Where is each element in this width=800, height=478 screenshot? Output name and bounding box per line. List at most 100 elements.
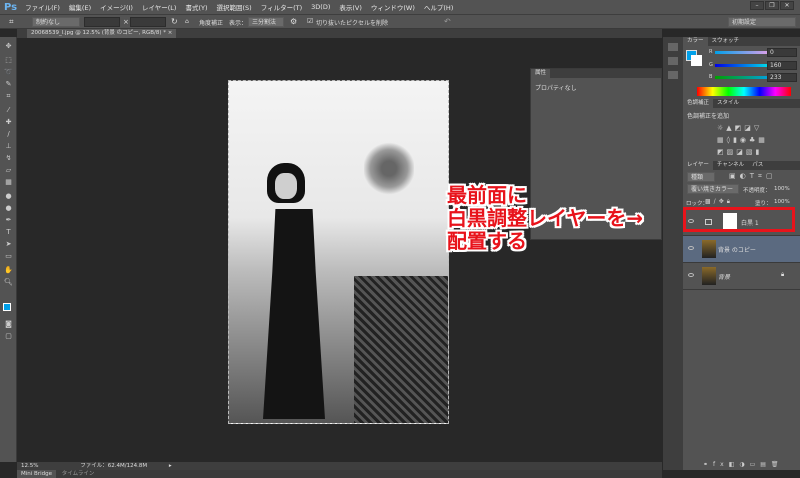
fill-label: 塗り：: [755, 201, 772, 207]
times-label: ×: [123, 18, 129, 26]
layer-row[interactable]: 背景 🔒︎: [683, 263, 800, 290]
minimize-button[interactable]: –: [750, 1, 764, 10]
visibility-eye-icon[interactable]: [688, 246, 694, 250]
eyedropper-tool-icon[interactable]: ⁄: [4, 107, 13, 114]
healing-tool-icon[interactable]: ✚: [4, 119, 13, 126]
eraser-tool-icon[interactable]: ▱: [4, 167, 13, 174]
delete-cropped-checkbox[interactable]: ☑: [307, 17, 313, 25]
menu-window[interactable]: ウィンドウ(W): [371, 2, 415, 12]
menu-edit[interactable]: 編集(E): [69, 2, 91, 12]
blend-mode-dropdown[interactable]: 覆い焼きカラー: [687, 184, 739, 194]
adjustment-icons-grid[interactable]: ☼▲◩◪▽ ▦◊▮◉♣▦ ◩▨◪▧▮: [717, 122, 768, 158]
r-value-input[interactable]: 0: [767, 48, 797, 57]
lock-icon: 🔒︎: [781, 271, 785, 278]
tab-channels[interactable]: チャンネル: [713, 162, 748, 168]
photo-subject-dress: [263, 209, 325, 419]
color-spectrum[interactable]: [697, 87, 791, 96]
height-input[interactable]: [130, 17, 166, 27]
dodge-tool-icon[interactable]: ●: [4, 205, 13, 212]
quick-select-tool-icon[interactable]: ✎: [4, 81, 13, 88]
history-brush-icon[interactable]: ↯: [4, 155, 13, 162]
tab-color[interactable]: カラー: [683, 37, 708, 46]
shape-tool-icon[interactable]: ▭: [4, 253, 13, 260]
layer-footer-icons[interactable]: ⚭fx◧◑▭▤🗑︎: [703, 461, 784, 468]
document-tab[interactable]: 20068539_l.jpg @ 12.5% (背景 のコピー, RGB/8) …: [27, 29, 177, 38]
properties-content: プロパティなし: [535, 85, 577, 92]
quick-mask-icon[interactable]: ◙: [4, 321, 13, 328]
foreground-color-swatch[interactable]: [3, 303, 11, 311]
pen-tool-icon[interactable]: ✒: [4, 217, 13, 224]
screen-mode-icon[interactable]: ▢: [4, 333, 13, 340]
lasso-tool-icon[interactable]: ➰: [4, 69, 13, 76]
info-icon[interactable]: [668, 71, 678, 79]
b-label: B: [709, 74, 713, 80]
blur-tool-icon[interactable]: ●: [4, 193, 13, 200]
r-label: R: [709, 49, 713, 55]
type-tool-icon[interactable]: T: [4, 229, 13, 236]
path-select-icon[interactable]: ➤: [4, 241, 13, 248]
layer-filter-icons[interactable]: ▣◐T⌗▢: [729, 172, 777, 181]
crop-tool-icon[interactable]: ⌗: [4, 93, 13, 100]
layer-name: 背景: [718, 274, 731, 281]
lock-icons[interactable]: ▩/✥🔒︎: [705, 198, 733, 206]
menu-view[interactable]: 表示(V): [339, 2, 362, 12]
close-button[interactable]: ✕: [780, 1, 794, 10]
marquee-tool-icon[interactable]: ⬚: [4, 57, 13, 64]
gear-icon[interactable]: ⚙: [290, 17, 297, 26]
layer-name: 背景 のコピー: [718, 247, 756, 254]
straighten-icon[interactable]: ⌂: [185, 18, 189, 25]
photo-subject-face: [275, 173, 297, 199]
menu-image[interactable]: イメージ(I): [100, 2, 133, 12]
move-tool-icon[interactable]: ✥: [4, 43, 13, 50]
fill-input[interactable]: 100%: [774, 199, 790, 205]
width-input[interactable]: [84, 17, 120, 27]
tab-properties[interactable]: 属性: [531, 69, 551, 78]
straighten-button[interactable]: 角度補正: [199, 18, 223, 27]
status-menu-arrow-icon[interactable]: ▸: [149, 463, 172, 469]
close-tab-icon[interactable]: ×: [168, 30, 173, 36]
swap-icon[interactable]: ↻: [171, 17, 178, 26]
history-icon[interactable]: [668, 43, 678, 51]
brush-tool-icon[interactable]: /: [4, 131, 13, 138]
actions-icon[interactable]: [668, 57, 678, 65]
menu-3d[interactable]: 3D(D): [311, 3, 330, 11]
view-dropdown[interactable]: 三分割法: [248, 17, 284, 27]
right-panel-dock: カラー スウォッチ R 0 G 160 B 233 色調補正 スタイル 色調補正を追…: [683, 37, 800, 470]
menu-file[interactable]: ファイル(F): [25, 2, 60, 12]
g-label: G: [709, 62, 713, 68]
menu-filter[interactable]: フィルター(T): [261, 2, 302, 12]
tab-layers[interactable]: レイヤー: [683, 161, 713, 170]
file-size: ファイル：62.4M/124.8M: [80, 463, 148, 469]
opacity-input[interactable]: 100%: [774, 186, 790, 192]
tab-paths[interactable]: パス: [748, 162, 767, 168]
g-value-input[interactable]: 160: [767, 61, 797, 70]
adjustments-tab-bar: 色調補正 スタイル: [683, 99, 800, 108]
tab-styles[interactable]: スタイル: [713, 100, 743, 106]
layer-thumbnail: [702, 267, 716, 285]
background-color-swatch[interactable]: [691, 55, 702, 66]
layer-filter-dropdown[interactable]: 種類: [687, 172, 715, 182]
tab-timeline[interactable]: タイムライン: [58, 471, 99, 477]
reset-icon[interactable]: ↶: [444, 17, 451, 26]
menu-select[interactable]: 選択範囲(S): [217, 2, 252, 12]
crop-tool-icon[interactable]: ⌗: [9, 17, 14, 27]
menu-type[interactable]: 書式(Y): [185, 2, 207, 12]
workspace-dropdown[interactable]: 初期設定: [728, 17, 796, 27]
visibility-eye-icon[interactable]: [688, 273, 694, 277]
document-canvas-image[interactable]: [228, 80, 449, 424]
tab-mini-bridge[interactable]: Mini Bridge: [17, 470, 56, 478]
gradient-tool-icon[interactable]: ▦: [4, 179, 13, 186]
stamp-tool-icon[interactable]: ⊥: [4, 143, 13, 150]
b-value-input[interactable]: 233: [767, 73, 797, 82]
tab-adjustments[interactable]: 色調補正: [683, 99, 714, 108]
zoom-level[interactable]: 12.5%: [17, 463, 38, 469]
menu-help[interactable]: ヘルプ(H): [424, 2, 453, 12]
hand-tool-icon[interactable]: ✋: [4, 267, 13, 274]
tab-swatches[interactable]: スウォッチ: [708, 38, 744, 44]
zoom-tool-icon[interactable]: 🔍︎: [4, 279, 13, 286]
layer-row-selected[interactable]: 背景 のコピー: [683, 236, 800, 263]
ratio-dropdown[interactable]: 制約なし: [32, 17, 80, 27]
restore-button[interactable]: ❐: [765, 1, 779, 10]
menu-layer[interactable]: レイヤー(L): [142, 2, 177, 12]
color-tab-bar: カラー スウォッチ: [683, 37, 800, 46]
